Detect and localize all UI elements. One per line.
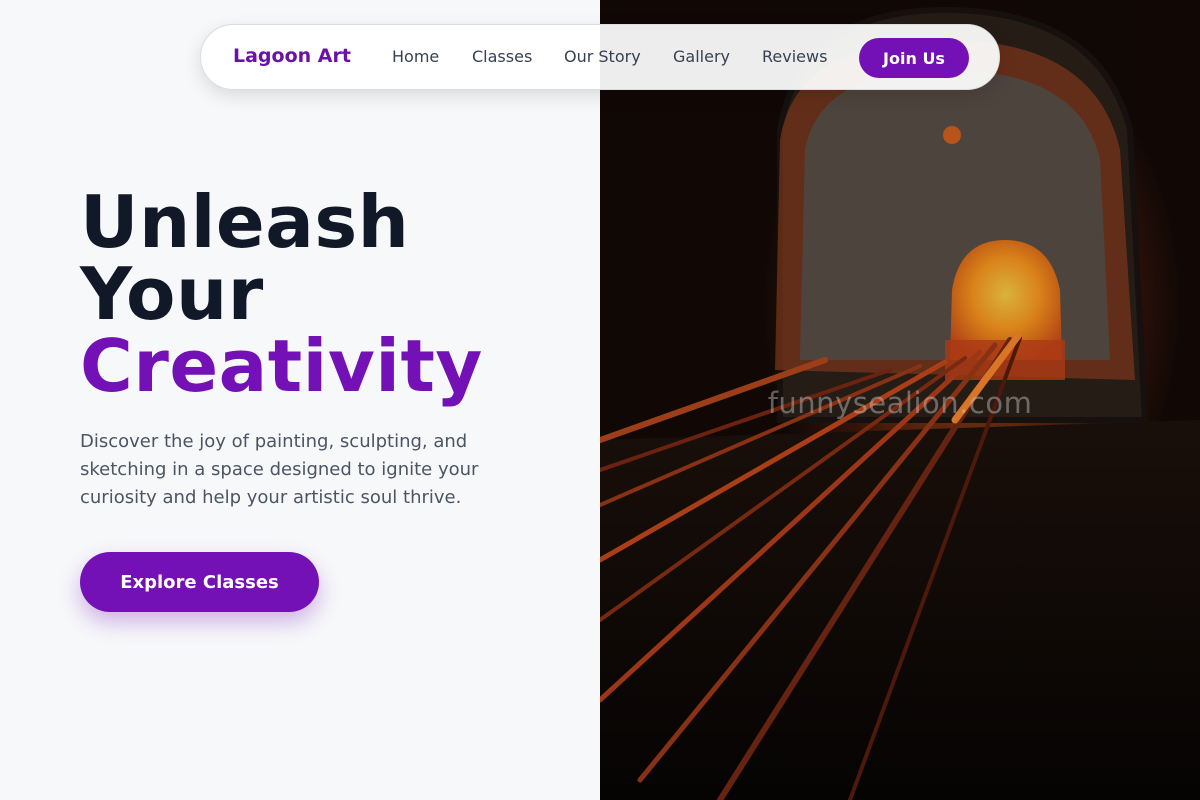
hero-description: Discover the joy of painting, sculpting,… bbox=[80, 431, 479, 508]
watermark-text: funnysealion.com bbox=[767, 386, 1033, 420]
landing-page: Unleash Your Creativity Discover the joy… bbox=[0, 0, 1200, 800]
nav-link-gallery[interactable]: Gallery bbox=[673, 47, 730, 66]
join-us-button[interactable]: Join Us bbox=[859, 38, 969, 78]
nav-link-classes[interactable]: Classes bbox=[472, 47, 532, 66]
hero-section: Unleash Your Creativity Discover the joy… bbox=[0, 0, 600, 800]
headline-line-1: Unleash bbox=[80, 180, 410, 264]
brand-logo[interactable]: Lagoon Art bbox=[233, 45, 351, 67]
headline-line-3-accent: Creativity bbox=[80, 324, 483, 408]
nav-link-home[interactable]: Home bbox=[392, 47, 439, 66]
hero-headline: Unleash Your Creativity bbox=[80, 186, 483, 402]
top-navigation: Lagoon Art Home Classes Our Story Galler… bbox=[200, 24, 1000, 90]
nav-link-our-story[interactable]: Our Story bbox=[564, 47, 641, 66]
nav-link-reviews[interactable]: Reviews bbox=[762, 47, 827, 66]
explore-classes-button[interactable]: Explore Classes bbox=[80, 552, 319, 612]
hero-image-glass-furnace: funnysealion.com bbox=[600, 0, 1200, 800]
headline-line-2: Your bbox=[80, 252, 264, 336]
